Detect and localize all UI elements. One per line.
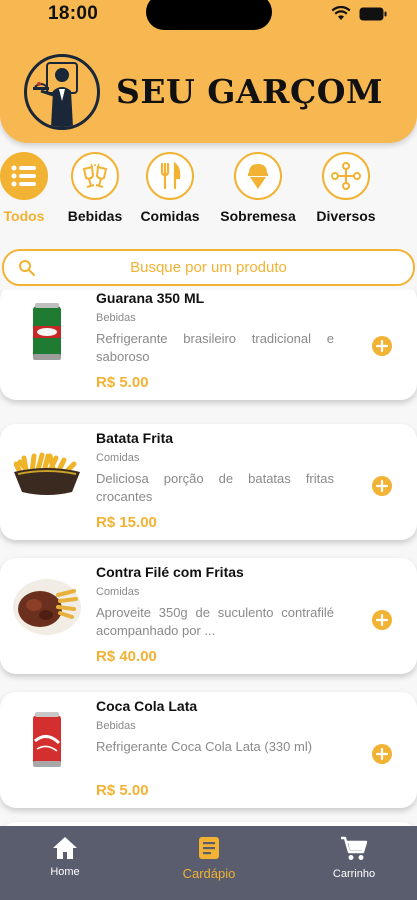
status-bar: 18:00 <box>0 0 417 30</box>
product-name: Coca Cola Lata <box>96 698 198 714</box>
wifi-icon <box>331 6 351 20</box>
product-card[interactable]: Contra Filé com Fritas Comidas Aproveite… <box>0 558 417 674</box>
search-placeholder: Busque por um produto <box>130 259 287 276</box>
search-icon <box>19 260 36 277</box>
product-card[interactable]: Coca Cola Lata Bebidas Refrigerante Coca… <box>0 692 417 808</box>
product-description: Refrigerante brasileiro tradicional e sa… <box>96 331 334 364</box>
product-image <box>12 572 82 642</box>
product-card[interactable]: Batata Frita Comidas Deliciosa porção de… <box>0 424 417 540</box>
product-list: Guarana 350 ML Bebidas Refrigerante bras… <box>0 290 417 826</box>
category-label: Todos <box>3 208 45 224</box>
product-price: R$ 5.00 <box>96 374 149 391</box>
product-category: Bebidas <box>96 720 136 732</box>
product-description: Deliciosa porção de batatas fritas croca… <box>96 471 334 504</box>
product-price: R$ 15.00 <box>96 514 157 531</box>
add-to-cart-button[interactable] <box>372 336 392 356</box>
network-icon <box>322 152 370 200</box>
plus-icon <box>376 748 388 760</box>
cart-icon <box>341 836 368 860</box>
menu-book-icon <box>199 837 219 859</box>
product-card[interactable]: Guarana 350 ML Bebidas Refrigerante bras… <box>0 290 417 400</box>
nav-label: Cardápio <box>182 866 236 881</box>
waiter-logo <box>24 54 100 130</box>
fork-knife-icon <box>146 152 194 200</box>
product-name: Guarana 350 ML <box>96 290 205 306</box>
category-diversos[interactable]: Diversos <box>314 152 378 224</box>
product-category: Comidas <box>96 586 140 598</box>
home-icon <box>53 837 77 859</box>
category-bebidas[interactable]: Bebidas <box>64 152 126 224</box>
dynamic-island <box>146 0 272 30</box>
app-header: 18:00 SEU GARÇOM <box>0 0 417 143</box>
nav-cardapio[interactable]: Cardápio <box>176 836 242 881</box>
category-tabs: Todos Bebidas Comidas Sobremesa Diversos <box>0 152 417 232</box>
add-to-cart-button[interactable] <box>372 476 392 496</box>
add-to-cart-button[interactable] <box>372 610 392 630</box>
category-label: Comidas <box>140 208 200 224</box>
search-input[interactable]: Busque por um produto <box>2 249 415 286</box>
ice-cream-icon <box>234 152 282 200</box>
category-sobremesa[interactable]: Sobremesa <box>218 152 298 224</box>
status-time: 18:00 <box>48 3 99 24</box>
product-name: Contra Filé com Fritas <box>96 564 244 580</box>
product-image <box>12 298 82 368</box>
plus-icon <box>376 340 388 352</box>
product-description: Refrigerante Coca Cola Lata (330 ml) <box>96 739 313 754</box>
product-category: Bebidas <box>96 312 136 324</box>
nav-label: Carrinho <box>332 868 376 880</box>
nav-label: Home <box>50 866 80 878</box>
plus-icon <box>376 480 388 492</box>
product-image <box>12 440 82 510</box>
category-comidas[interactable]: Comidas <box>138 152 202 224</box>
bottom-nav: Home Cardápio Carrinho <box>0 826 417 900</box>
toast-glasses-icon <box>71 152 119 200</box>
brand-title: SEU GARÇOM <box>116 72 384 111</box>
category-label: Diversos <box>316 208 376 224</box>
product-image <box>12 706 82 776</box>
list-icon <box>0 152 48 200</box>
plus-icon <box>376 614 388 626</box>
status-icons <box>331 6 387 21</box>
nav-carrinho[interactable]: Carrinho <box>326 836 382 880</box>
product-name: Batata Frita <box>96 430 174 446</box>
app-screen: 18:00 SEU GARÇOM Todos Bebidas Comidas S… <box>0 0 417 900</box>
product-price: R$ 40.00 <box>96 648 157 665</box>
add-to-cart-button[interactable] <box>372 744 392 764</box>
battery-icon <box>359 7 387 20</box>
product-description: Aproveite 350g de suculento contrafilé a… <box>96 605 334 638</box>
product-category: Comidas <box>96 452 140 464</box>
category-label: Sobremesa <box>220 208 296 224</box>
nav-home[interactable]: Home <box>44 836 86 878</box>
category-todos[interactable]: Todos <box>0 152 48 224</box>
product-price: R$ 5.00 <box>96 782 149 799</box>
category-label: Bebidas <box>67 208 123 224</box>
